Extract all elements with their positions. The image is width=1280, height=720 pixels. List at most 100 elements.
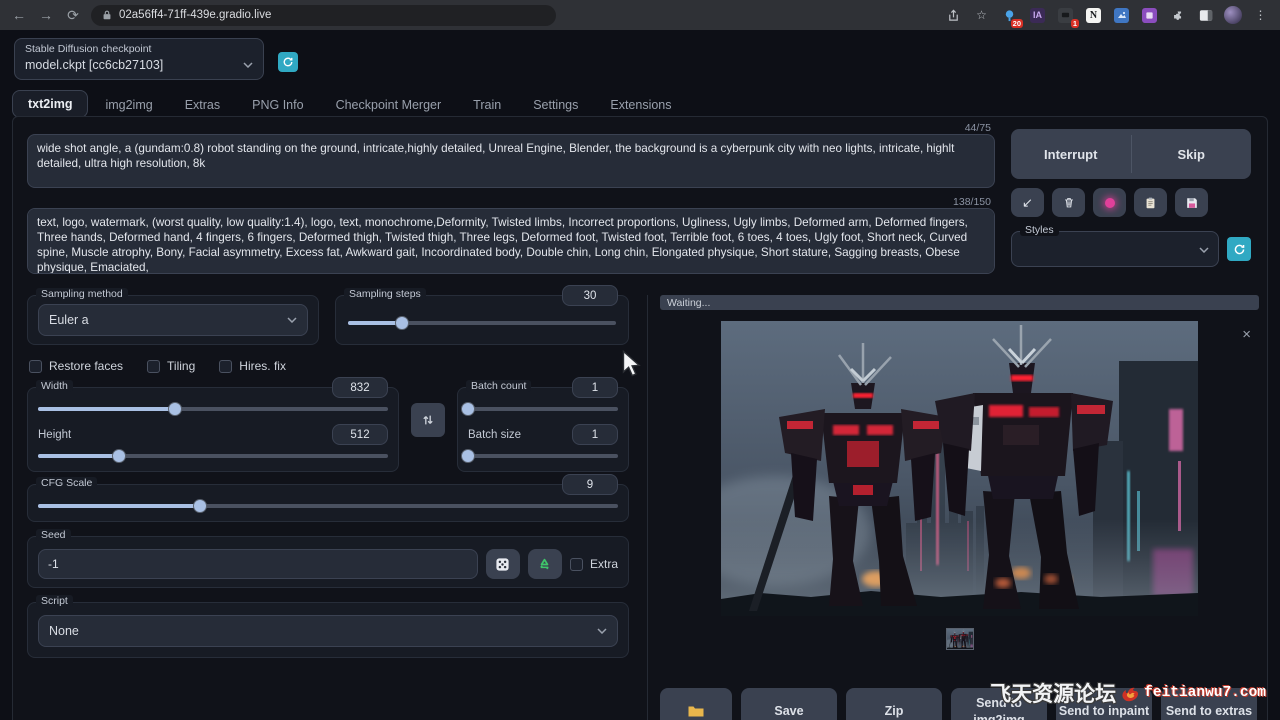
width-value[interactable] (332, 377, 388, 398)
extensions-puzzle-icon[interactable] (1168, 6, 1187, 25)
screenshot-extension-icon[interactable] (1112, 6, 1131, 25)
forward-icon[interactable]: → (37, 7, 55, 23)
txt2img-panel: 44/75 wide shot angle, a (gundam:0.8) ro… (12, 116, 1268, 720)
prompt-area: 44/75 wide shot angle, a (gundam:0.8) ro… (27, 121, 995, 281)
browser-menu-icon[interactable]: ⋮ (1251, 6, 1270, 25)
batch-block: Batch count Batch size (457, 387, 629, 472)
checkbox-box (570, 558, 583, 571)
swap-dimensions-button[interactable] (411, 403, 445, 437)
recycle-icon (537, 557, 552, 572)
width-slider[interactable] (38, 402, 388, 416)
sampling-method-dropdown[interactable]: Euler a (38, 304, 308, 336)
checkpoint-refresh-button[interactable] (278, 52, 298, 72)
generation-settings: Sampling method Euler a Sampling steps (27, 295, 629, 658)
generated-image[interactable] (721, 321, 1198, 616)
tab-img2img[interactable]: img2img (90, 92, 167, 118)
tab-checkpoint-merger[interactable]: Checkpoint Merger (321, 92, 457, 118)
share-icon[interactable] (944, 6, 963, 25)
batch-count-label: Batch count (466, 380, 531, 392)
batch-count-value[interactable] (572, 377, 618, 398)
tab-train[interactable]: Train (458, 92, 516, 118)
seed-extra-checkbox[interactable]: Extra (570, 557, 618, 571)
checkbox-box (29, 360, 42, 373)
height-label: Height (38, 429, 71, 441)
address-bar[interactable]: 02a56ff4-71ff-439e.gradio.live (91, 5, 556, 26)
profile-avatar[interactable] (1224, 6, 1242, 24)
ia-extension-icon[interactable]: IA (1028, 6, 1047, 25)
batch-count-slider[interactable] (468, 402, 618, 416)
checkpoint-dropdown[interactable]: Stable Diffusion checkpoint model.ckpt [… (14, 38, 264, 80)
skip-button[interactable]: Skip (1132, 129, 1252, 179)
dimensions-block: Width Height (27, 387, 399, 472)
browser-toolbar: ← → ⟳ 02a56ff4-71ff-439e.gradio.live ☆ 2… (0, 0, 1280, 30)
tab-settings[interactable]: Settings (518, 92, 593, 118)
site-watermark: 飞天资源论坛 feitianwu7.com (990, 678, 1266, 708)
save-button[interactable]: Save (741, 688, 837, 720)
batch-size-slider[interactable] (468, 449, 618, 463)
chat-extension-icon[interactable]: 1 (1056, 6, 1075, 25)
pin-extension-icon[interactable]: 20 (1000, 6, 1019, 25)
swap-arrows-icon (421, 413, 435, 427)
script-label: Script (36, 595, 73, 607)
gallery-thumbnail[interactable] (946, 628, 974, 650)
clear-prompt-button[interactable] (1052, 188, 1085, 217)
interrupt-button[interactable]: Interrupt (1011, 129, 1131, 179)
sampling-method-value: Euler a (49, 313, 89, 327)
checkpoint-label: Stable Diffusion checkpoint (25, 43, 253, 55)
cfg-scale-label: CFG Scale (36, 477, 97, 489)
tab-extensions[interactable]: Extensions (595, 92, 686, 118)
open-folder-button[interactable] (660, 688, 732, 720)
reload-icon[interactable]: ⟳ (64, 7, 82, 24)
tiling-label: Tiling (167, 359, 195, 373)
notion-extension-icon[interactable]: N (1084, 6, 1103, 25)
script-value: None (49, 624, 79, 638)
output-panel: Waiting... × Save Zip (647, 295, 1259, 720)
sampling-steps-slider[interactable] (348, 316, 616, 330)
office-extension-icon[interactable] (1140, 6, 1159, 25)
close-gallery-icon[interactable]: × (1242, 326, 1251, 343)
tab-png-info[interactable]: PNG Info (237, 92, 318, 118)
height-slider[interactable] (38, 449, 388, 463)
robots-artwork (721, 321, 1198, 616)
paste-params-button[interactable]: ↙ (1011, 188, 1044, 217)
batch-size-value[interactable] (572, 424, 618, 445)
script-dropdown[interactable]: None (38, 615, 618, 647)
refresh-icon (282, 56, 294, 68)
chevron-down-icon (287, 317, 297, 323)
random-seed-button[interactable] (486, 549, 520, 579)
reuse-seed-button[interactable] (528, 549, 562, 579)
zip-button[interactable]: Zip (846, 688, 942, 720)
tab-extras[interactable]: Extras (170, 92, 235, 118)
prompt-input[interactable]: wide shot angle, a (gundam:0.8) robot st… (27, 134, 995, 188)
negative-prompt-input[interactable]: text, logo, watermark, (worst quality, l… (27, 208, 995, 274)
hires-fix-label: Hires. fix (239, 359, 286, 373)
height-value[interactable] (332, 424, 388, 445)
negative-prompt-token-counter: 138/150 (953, 196, 991, 208)
save-style-button[interactable] (1175, 188, 1208, 217)
bookmark-star-icon[interactable]: ☆ (972, 6, 991, 25)
seed-input[interactable] (38, 549, 478, 579)
dice-icon (495, 557, 510, 572)
padlock-icon (101, 9, 113, 21)
clipboard-icon (1144, 196, 1157, 210)
apply-style-button[interactable] (1134, 188, 1167, 217)
styles-section: Styles (1011, 231, 1251, 267)
checkbox-box (219, 360, 232, 373)
result-gallery[interactable]: × (660, 316, 1259, 620)
extra-networks-button[interactable] (1093, 188, 1126, 217)
styles-refresh-button[interactable] (1227, 237, 1251, 261)
cfg-scale-slider[interactable] (38, 499, 618, 513)
interrupt-skip-group: Interrupt Skip (1011, 129, 1251, 179)
watermark-site-name: 飞天资源论坛 (990, 678, 1116, 708)
prompt-tools: ↙ (1011, 188, 1251, 217)
styles-dropdown[interactable]: Styles (1011, 231, 1219, 267)
back-icon[interactable]: ← (10, 7, 28, 23)
tab-txt2img[interactable]: txt2img (12, 90, 88, 118)
cfg-scale-value[interactable] (562, 474, 618, 495)
restore-faces-checkbox[interactable]: Restore faces (29, 359, 123, 373)
checkbox-box (147, 360, 160, 373)
tiling-checkbox[interactable]: Tiling (147, 359, 195, 373)
sampling-steps-value[interactable] (562, 285, 618, 306)
hires-fix-checkbox[interactable]: Hires. fix (219, 359, 286, 373)
sidepanel-icon[interactable] (1196, 6, 1215, 25)
